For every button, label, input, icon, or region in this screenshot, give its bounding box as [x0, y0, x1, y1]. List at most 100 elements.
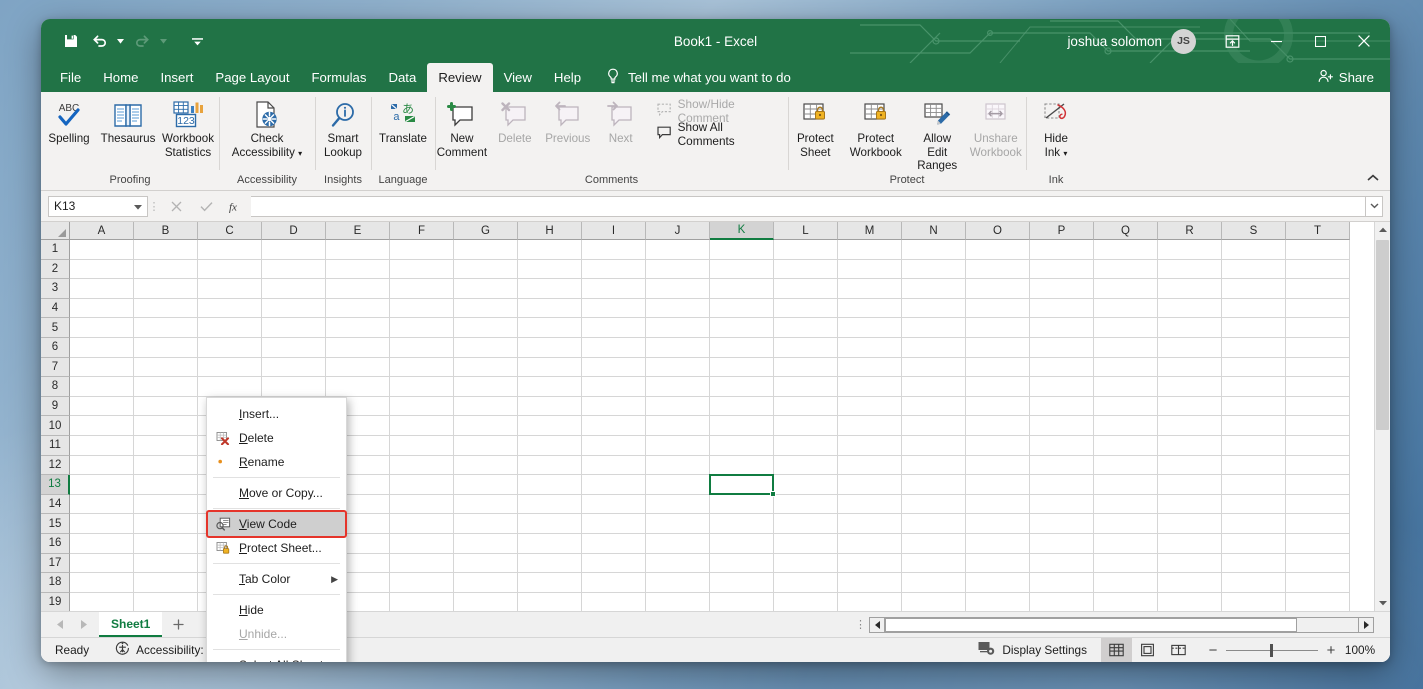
cell-T18[interactable] — [1286, 573, 1350, 593]
row-header-15[interactable]: 15 — [41, 514, 70, 534]
cell-M5[interactable] — [838, 318, 902, 338]
smart-lookup-button[interactable]: Smart Lookup — [317, 96, 369, 159]
cell-F5[interactable] — [390, 318, 454, 338]
row-header-9[interactable]: 9 — [41, 396, 70, 417]
cell-B2[interactable] — [134, 259, 198, 280]
cell-A18[interactable] — [70, 573, 134, 593]
cell-R16[interactable] — [1158, 533, 1222, 554]
cell-Q7[interactable] — [1094, 357, 1158, 378]
cell-K6[interactable] — [710, 337, 774, 358]
cell-P7[interactable] — [1030, 357, 1094, 378]
cell-R2[interactable] — [1158, 259, 1222, 280]
cell-L6[interactable] — [774, 337, 838, 358]
cell-H14[interactable] — [518, 494, 582, 515]
nav-previous-sheet-icon[interactable] — [49, 614, 71, 636]
translate-button[interactable]: a あ Translate — [373, 96, 433, 146]
formula-input[interactable] — [251, 195, 1366, 217]
tell-me-search[interactable]: Tell me what you want to do — [606, 63, 791, 92]
cell-S18[interactable] — [1222, 573, 1286, 593]
column-header-q[interactable]: Q — [1094, 222, 1158, 240]
cell-B3[interactable] — [134, 279, 198, 299]
cell-M18[interactable] — [838, 573, 902, 593]
cell-O2[interactable] — [966, 259, 1030, 280]
scroll-left-icon[interactable] — [869, 616, 885, 633]
cell-L17[interactable] — [774, 553, 838, 574]
cell-Q10[interactable] — [1094, 416, 1158, 436]
cell-K11[interactable] — [710, 435, 774, 456]
vertical-scroll-track[interactable] — [1375, 238, 1390, 595]
cell-Q6[interactable] — [1094, 337, 1158, 358]
cell-G17[interactable] — [454, 553, 518, 574]
cell-O4[interactable] — [966, 298, 1030, 319]
page-layout-view-icon[interactable] — [1132, 638, 1163, 663]
cell-I4[interactable] — [582, 298, 646, 319]
horizontal-scroll-track[interactable] — [885, 616, 1358, 633]
cell-A14[interactable] — [70, 494, 134, 515]
cell-T4[interactable] — [1286, 298, 1350, 319]
chevron-down-icon[interactable] — [134, 199, 142, 213]
cell-I18[interactable] — [582, 573, 646, 593]
cell-Q15[interactable] — [1094, 514, 1158, 534]
cell-O8[interactable] — [966, 377, 1030, 397]
cell-J13[interactable] — [646, 475, 710, 495]
cell-C3[interactable] — [198, 279, 262, 299]
undo-icon[interactable] — [86, 28, 112, 54]
cell-H17[interactable] — [518, 553, 582, 574]
cell-L4[interactable] — [774, 298, 838, 319]
cell-G9[interactable] — [454, 396, 518, 417]
sheet-tab-sheet1[interactable]: Sheet1 — [99, 612, 163, 637]
cell-T11[interactable] — [1286, 435, 1350, 456]
column-header-b[interactable]: B — [134, 222, 198, 240]
column-header-o[interactable]: O — [966, 222, 1030, 240]
horizontal-scrollbar[interactable] — [869, 616, 1374, 633]
cell-R9[interactable] — [1158, 396, 1222, 417]
cell-P17[interactable] — [1030, 553, 1094, 574]
cell-T19[interactable] — [1286, 592, 1350, 611]
cell-Q19[interactable] — [1094, 592, 1158, 611]
cell-S1[interactable] — [1222, 240, 1286, 260]
thesaurus-button[interactable]: Thesaurus — [97, 96, 159, 146]
cell-N2[interactable] — [902, 259, 966, 280]
cell-B16[interactable] — [134, 533, 198, 554]
cell-S12[interactable] — [1222, 455, 1286, 476]
cell-T6[interactable] — [1286, 337, 1350, 358]
chevron-down-icon[interactable]: ▾ — [298, 149, 302, 158]
check-accessibility-button[interactable]: Check Accessibility ▾ — [223, 96, 311, 160]
cell-C2[interactable] — [198, 259, 262, 280]
cell-C8[interactable] — [198, 377, 262, 397]
cell-P6[interactable] — [1030, 337, 1094, 358]
tab-data[interactable]: Data — [377, 63, 427, 92]
cell-H13[interactable] — [518, 475, 582, 495]
select-all-corner[interactable] — [41, 222, 70, 240]
customize-quick-access-icon[interactable] — [184, 28, 210, 54]
cell-I16[interactable] — [582, 533, 646, 554]
cell-D6[interactable] — [262, 337, 326, 358]
cell-L9[interactable] — [774, 396, 838, 417]
cell-O11[interactable] — [966, 435, 1030, 456]
cell-K8[interactable] — [710, 377, 774, 397]
cell-A5[interactable] — [70, 318, 134, 338]
row-header-3[interactable]: 3 — [41, 279, 70, 299]
cell-K7[interactable] — [710, 357, 774, 378]
cell-F13[interactable] — [390, 475, 454, 495]
active-cell[interactable] — [709, 474, 776, 497]
row-header-18[interactable]: 18 — [41, 573, 70, 593]
column-header-c[interactable]: C — [198, 222, 262, 240]
cell-B5[interactable] — [134, 318, 198, 338]
cell-K16[interactable] — [710, 533, 774, 554]
cell-C7[interactable] — [198, 357, 262, 378]
cell-O13[interactable] — [966, 475, 1030, 495]
insert-function-fx-icon[interactable]: fx — [221, 196, 251, 217]
cell-B15[interactable] — [134, 514, 198, 534]
cell-I15[interactable] — [582, 514, 646, 534]
row-header-16[interactable]: 16 — [41, 533, 70, 554]
cell-S13[interactable] — [1222, 475, 1286, 495]
column-header-k[interactable]: K — [710, 222, 774, 240]
row-header-7[interactable]: 7 — [41, 357, 70, 378]
cell-H18[interactable] — [518, 573, 582, 593]
cell-G12[interactable] — [454, 455, 518, 476]
cell-O1[interactable] — [966, 240, 1030, 260]
cell-N3[interactable] — [902, 279, 966, 299]
cell-E6[interactable] — [326, 337, 390, 358]
cell-P13[interactable] — [1030, 475, 1094, 495]
